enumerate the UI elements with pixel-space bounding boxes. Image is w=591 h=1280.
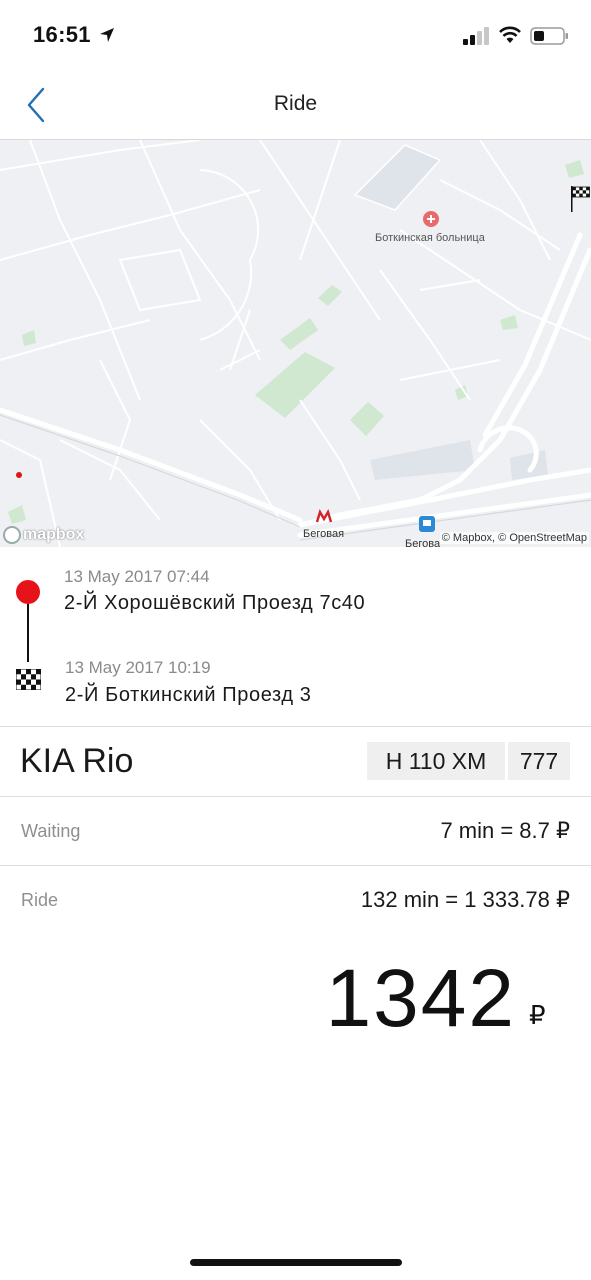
nav-bar: Ride: [0, 70, 591, 140]
car-model: KIA Rio: [20, 742, 134, 780]
start-point-icon: [16, 580, 40, 604]
page-title: Ride: [273, 92, 318, 115]
home-indicator[interactable]: [190, 1259, 402, 1266]
map-label-metro: Беговая: [303, 528, 345, 540]
start-datetime: 13 May 2017 07:44: [64, 567, 210, 586]
route-connector: [27, 604, 29, 662]
total-currency: ₽: [529, 1000, 546, 1030]
start-address: 2-Й Хорошёвский Проезд 7с40: [64, 592, 366, 614]
map-label-hospital: Боткинская больница: [375, 232, 485, 244]
car-info: KIA Rio Н 110 ХМ 777: [0, 727, 591, 797]
ride-label: Ride: [21, 890, 59, 910]
location-arrow-icon: [100, 28, 114, 42]
route-map[interactable]: Боткинская больница Беговая Бегова mapbo…: [0, 140, 591, 547]
map-label-metro-2: Бегова: [405, 538, 441, 547]
end-datetime: 13 May 2017 10:19: [65, 658, 211, 677]
waiting-value: 7 min = 8.7 ₽: [440, 818, 570, 843]
end-address: 2-Й Боткинский Проезд 3: [65, 684, 312, 706]
mapbox-logo[interactable]: mapbox: [3, 524, 84, 546]
total-amount: 1342: [325, 953, 516, 1044]
license-plate-region: 777: [508, 742, 570, 780]
waiting-fare-row: Waiting 7 min = 8.7 ₽: [0, 797, 591, 866]
ride-fare-row: Ride 132 min = 1 333.78 ₽: [0, 866, 591, 935]
status-time: 16:51: [33, 22, 91, 47]
map-start-marker: [16, 472, 22, 478]
map-attribution[interactable]: © Mapbox, © OpenStreetMap: [439, 532, 589, 544]
checkered-flag-icon: [16, 669, 41, 690]
mapbox-logo-icon: [3, 526, 21, 544]
wifi-icon: [499, 26, 521, 43]
status-bar: 16:51: [0, 0, 591, 70]
finish-flag-icon: [571, 186, 590, 212]
mapbox-logo-text: mapbox: [23, 526, 85, 543]
cellular-signal-icon: [463, 27, 489, 45]
license-plate-number: Н 110 ХМ: [367, 742, 505, 780]
route-details: 13 May 2017 07:44 2-Й Хорошёвский Проезд…: [0, 547, 591, 727]
battery-icon: [530, 27, 568, 45]
map-streets: [0, 140, 591, 547]
waiting-label: Waiting: [21, 821, 81, 841]
ride-value: 132 min = 1 333.78 ₽: [360, 887, 570, 912]
